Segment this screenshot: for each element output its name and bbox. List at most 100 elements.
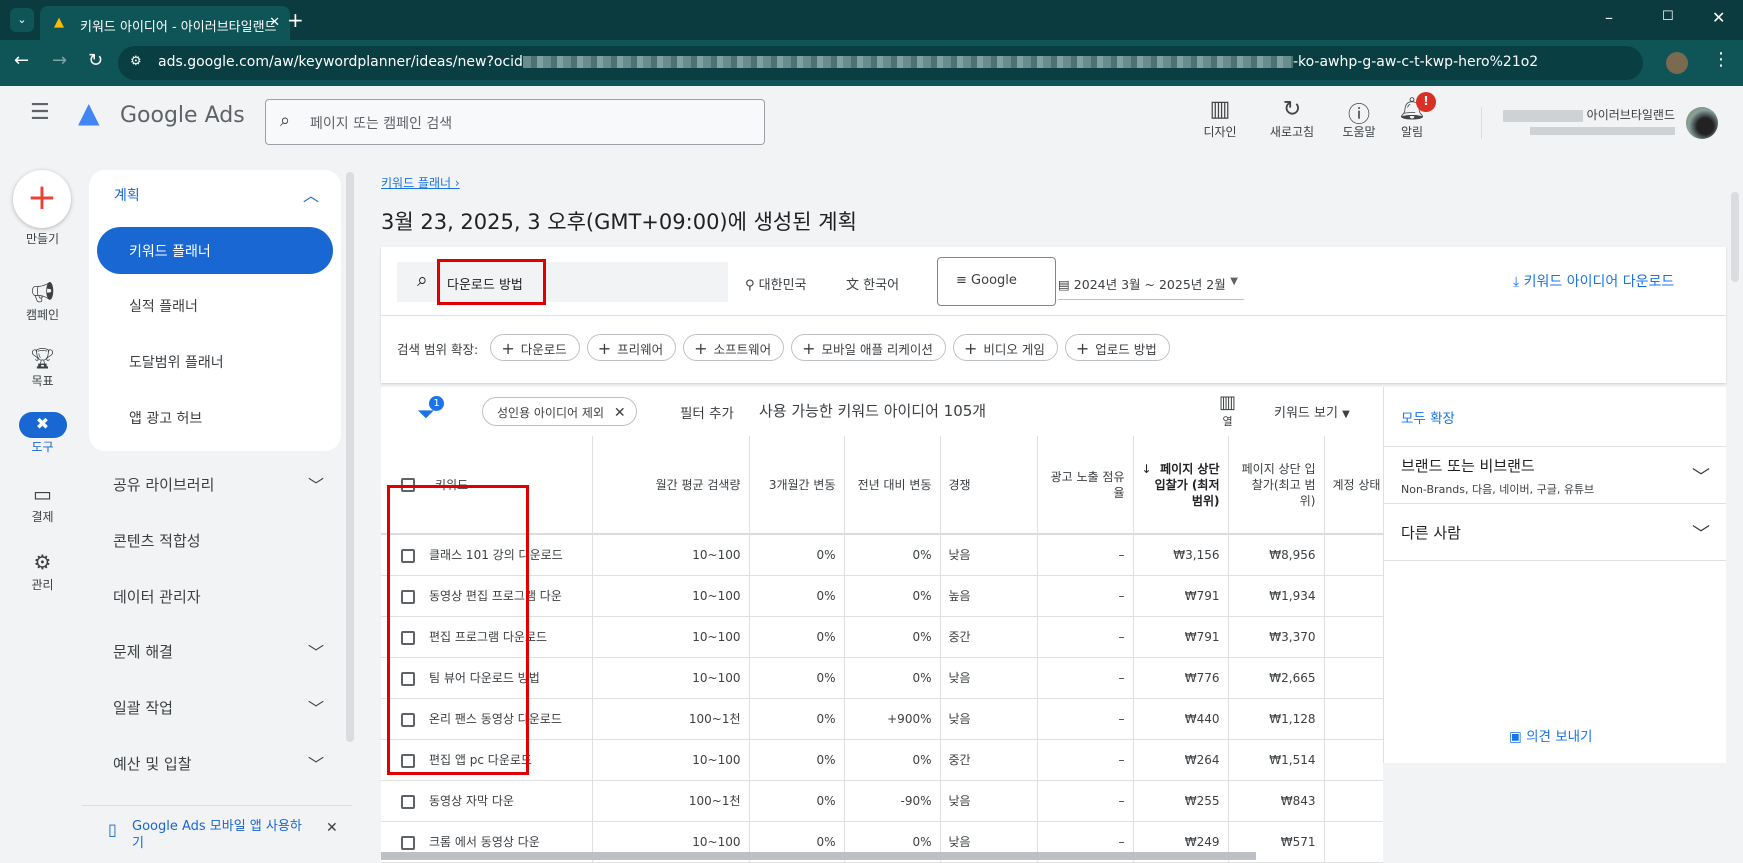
view-selector[interactable]: 키워드 보기 ▼ [1274, 402, 1350, 421]
row-checkbox[interactable] [401, 712, 415, 727]
help-button[interactable]: ⓘ 도움말 [1329, 97, 1389, 140]
rail-label: 캠페인 [25, 308, 60, 322]
google-ads-logo[interactable]: Google Ads [120, 103, 245, 128]
column-header-bid-high[interactable]: 페이지 상단 입찰가(최고 범위) [1228, 436, 1325, 535]
table-row[interactable]: 팀 뷰어 다운로드 방법 10~100 0% 0% 낮음 – ₩776 ₩2,665 [381, 657, 1383, 699]
nav-group-shared-library[interactable]: 공유 라이브러리 ﹀ [89, 474, 334, 495]
window-close-icon[interactable]: ✕ [1712, 8, 1725, 27]
feedback-button[interactable]: ▣ 의견 보내기 [1509, 725, 1592, 745]
table-row[interactable]: 온리 팬스 동영상 다운로드 100~1천 0% +900% 낮음 – ₩440 ₩1,128 [381, 698, 1383, 740]
rail-campaigns[interactable]: 📢︎ 캠페인 [0, 280, 85, 323]
column-header-3month-change[interactable]: 3개월간 변동 [749, 436, 845, 535]
rail-tools[interactable]: ✖ 도구 [0, 412, 85, 455]
page-scrollbar[interactable] [1728, 170, 1743, 863]
table-row[interactable]: 편집 프로그램 다운로드 10~100 0% 0% 중간 – ₩791 ₩3,370 [381, 616, 1383, 658]
location-selector[interactable]: ⚲ 대한민국 [745, 274, 807, 293]
nav-item-app-ads-hub[interactable]: 앱 광고 허브 [89, 394, 341, 441]
filter-icon[interactable]: ⏷ 1 [417, 396, 444, 427]
rail-create[interactable]: 만들기 [0, 230, 85, 247]
maximize-icon[interactable]: ☐ [1662, 9, 1674, 24]
nav-item-reach-planner[interactable]: 도달범위 플래너 [89, 338, 341, 385]
chevron-up-icon[interactable]: ︿ [303, 182, 319, 206]
avatar[interactable] [1686, 107, 1718, 139]
nav-group-content-suitability[interactable]: 콘텐츠 적합성 [89, 530, 334, 551]
minimize-icon[interactable]: – [1605, 8, 1613, 27]
row-checkbox[interactable] [401, 630, 415, 645]
new-tab-icon[interactable]: + [287, 8, 304, 32]
nav-group-bulk-actions[interactable]: 일괄 작업 ﹀ [89, 697, 334, 718]
design-button[interactable]: ▥ 디자인 [1190, 97, 1250, 140]
filter-chip[interactable]: 성인용 아이디어 제외 ✕ [482, 397, 637, 426]
forward-icon[interactable]: → [52, 50, 67, 71]
nav-section-planning[interactable]: 계획 [114, 185, 140, 205]
bid-high-cell: ₩1,934 [1228, 575, 1325, 617]
table-row[interactable]: 동영상 자막 다운 100~1천 0% -90% 낮음 – ₩255 ₩843 [381, 780, 1383, 822]
row-checkbox[interactable] [401, 671, 415, 686]
table-row[interactable]: 동영상 편집 프로그램 다운 10~100 0% 0% 높음 – ₩791 ₩1,934 [381, 575, 1383, 617]
table-row[interactable]: 편집 앱 pc 다운로드 10~100 0% 0% 중간 – ₩264 ₩1,514 [381, 739, 1383, 781]
avg-searches-cell: 10~100 [592, 739, 750, 781]
refine-brand-section[interactable]: 브랜드 또는 비브랜드 Non-Brands, 다음, 네이버, 구글, 유튜브… [1384, 447, 1726, 504]
tab-list-icon[interactable]: ⌄ [10, 8, 34, 32]
account-status-cell [1324, 739, 1383, 781]
nav-item-keyword-planner[interactable]: 키워드 플래너 [97, 227, 333, 274]
page-search-input[interactable]: ⌕ 페이지 또는 캠페인 검색 [265, 99, 765, 145]
row-checkbox[interactable] [401, 794, 415, 809]
url-field[interactable]: ⚙ ads.google.com/aw/keywordplanner/ideas… [118, 46, 1643, 80]
nav-group-data-manager[interactable]: 데이터 관리자 [89, 586, 334, 607]
hamburger-menu-icon[interactable]: ☰ [30, 100, 50, 125]
nav-item-performance-planner[interactable]: 실적 플래너 [89, 282, 341, 329]
nav-group-troubleshooting[interactable]: 문제 해결 ﹀ [89, 641, 334, 662]
horizontal-scrollbar[interactable] [381, 852, 1256, 860]
close-tab-icon[interactable]: ✕ [269, 15, 280, 30]
broaden-chip[interactable]: + 비디오 게임 [952, 334, 1058, 361]
rail-admin[interactable]: ⚙ 관리 [0, 550, 85, 593]
breadcrumb[interactable]: 키워드 플래너 › [381, 174, 460, 191]
column-header-impression-share[interactable]: 광고 노출 점유율 [1037, 436, 1134, 535]
column-header-avg-searches[interactable]: 월간 평균 검색량 [592, 436, 750, 535]
columns-button[interactable]: ▥ 열 [1219, 392, 1236, 429]
select-all-checkbox[interactable] [401, 478, 415, 492]
site-info-icon[interactable]: ⚙ [130, 54, 142, 69]
row-checkbox[interactable] [401, 835, 415, 850]
mobile-app-promo[interactable]: ▯ Google Ads 모바일 앱 사용하기 [108, 818, 308, 852]
date-range-selector[interactable]: ▤ 2024년 3월 ~ 2025년 2월 ▼ [1058, 274, 1244, 300]
remove-filter-icon[interactable]: ✕ [614, 405, 626, 421]
rail-goals[interactable]: 🏆︎ 목표 [0, 346, 85, 389]
keyword-query-field[interactable]: ⌕ 다운로드 방법 [397, 259, 728, 305]
language-selector[interactable]: 文 한국어 [846, 274, 899, 293]
row-checkbox[interactable] [401, 548, 415, 563]
column-header-yoy-change[interactable]: 전년 대비 변동 [844, 436, 941, 535]
column-header-keyword[interactable]: 키워드 [381, 436, 593, 535]
column-header-bid-low[interactable]: ↓ 페이지 상단 입찰가 (최저 범위) [1133, 436, 1229, 535]
account-info[interactable]: 아이러브타일랜드 [1495, 106, 1675, 137]
row-checkbox[interactable] [401, 589, 415, 604]
nav-group-budget-bidding[interactable]: 예산 및 입찰 ﹀ [89, 753, 334, 774]
browser-tab[interactable]: ▲ 키워드 아이디어 - 아이러브타일랜드 ✕ [40, 6, 290, 40]
nav-scrollbar[interactable] [346, 172, 354, 742]
scrollbar-thumb[interactable] [1731, 192, 1739, 282]
browser-menu-icon[interactable]: ⋮ [1712, 49, 1730, 70]
create-button[interactable]: + [13, 170, 71, 228]
rail-billing[interactable]: ▭ 결제 [0, 482, 85, 525]
broaden-chip[interactable]: + 업로드 방법 [1064, 334, 1170, 361]
broaden-chip[interactable]: + 모바일 애플 리케이션 [791, 334, 946, 361]
download-ideas-button[interactable]: ⤓ 키워드 아이디어 다운로드 [1513, 271, 1674, 291]
table-row[interactable]: 클래스 101 강의 다운로드 10~100 0% 0% 낮음 – ₩3,156 ₩8,956 [381, 534, 1383, 576]
notifications-button[interactable]: 🔔︎ 알림 ! [1382, 92, 1442, 140]
profile-icon[interactable] [1666, 52, 1688, 74]
row-checkbox[interactable] [401, 753, 415, 768]
broaden-chip[interactable]: + 프리웨어 [586, 334, 677, 361]
reload-icon[interactable]: ↻ [88, 50, 103, 71]
add-filter-button[interactable]: 필터 추가 [680, 402, 734, 422]
back-icon[interactable]: ← [14, 50, 29, 71]
refine-others-section[interactable]: 다른 사람 ﹀ [1384, 504, 1726, 561]
network-selector[interactable]: ≡ Google [937, 257, 1056, 306]
column-header-competition[interactable]: 경쟁 [940, 436, 1038, 535]
broaden-chip[interactable]: + 다운로드 [490, 334, 580, 361]
column-header-account-status[interactable]: 계정 상태 [1324, 436, 1383, 535]
expand-all-link[interactable]: 모두 확장 [1401, 407, 1455, 427]
close-promo-icon[interactable]: ✕ [326, 820, 338, 836]
refresh-button[interactable]: ↻ 새로고침 [1262, 97, 1322, 140]
broaden-chip[interactable]: + 소프트웨어 [683, 334, 785, 361]
